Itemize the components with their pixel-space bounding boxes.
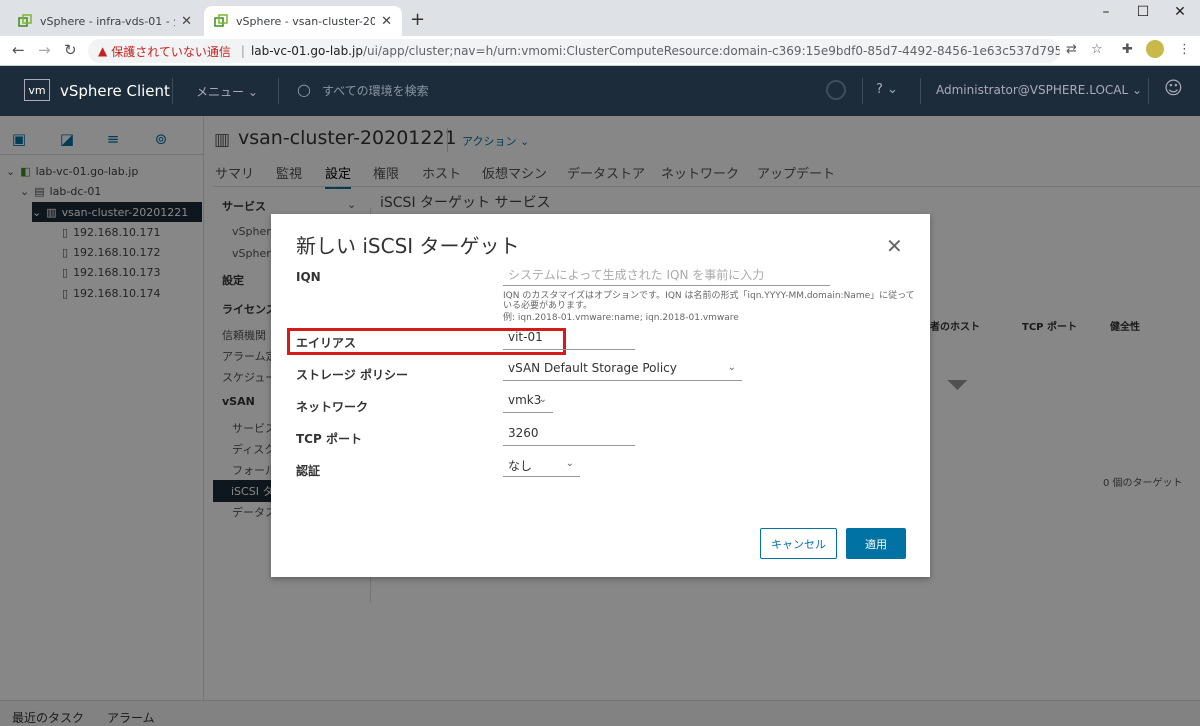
storage-policy-value: vSAN Default Storage Policy — [508, 361, 677, 375]
vsphere-header: vm vSphere Client メニュー ⌄ ○ すべての環境を検索 ? ⌄… — [0, 66, 1200, 116]
profile-avatar[interactable] — [1146, 40, 1164, 58]
new-iscsi-target-dialog: 新しい iSCSI ターゲット ✕ IQN システムによって生成された IQN … — [271, 214, 930, 577]
divider — [278, 78, 279, 104]
menu-button[interactable]: メニュー ⌄ — [196, 83, 258, 100]
auth-value: なし — [508, 459, 533, 473]
divider — [1148, 78, 1149, 104]
back-icon[interactable]: ← — [12, 41, 25, 59]
tcp-port-input[interactable]: 3260 — [503, 426, 635, 446]
feedback-smiley-icon[interactable]: ☺ — [1164, 78, 1183, 99]
browser-tab[interactable]: vSphere - infra-vds-01 - 分散ポー ✕ — [8, 6, 202, 36]
tab-title: vSphere - vsan-cluster-2020122 — [236, 14, 376, 28]
divider — [172, 78, 173, 104]
app-title[interactable]: vSphere Client — [60, 82, 170, 100]
extensions-icon[interactable]: ✚ — [1122, 42, 1133, 57]
browser-tab-bar: vSphere - infra-vds-01 - 分散ポー ✕ vSphere … — [0, 0, 1200, 36]
vmware-logo: vm — [24, 79, 50, 101]
divider — [862, 78, 863, 104]
tab-title: vSphere - infra-vds-01 - 分散ポー — [40, 15, 175, 28]
chevron-down-icon: ⌄ — [565, 458, 574, 469]
address-bar: ← → ↻ ▲ 保護されていない通信 | lab-vc-01.go-lab.jp… — [0, 36, 1200, 66]
network-label: ネットワーク — [296, 400, 369, 414]
apply-button[interactable]: 適用 — [846, 528, 906, 559]
browser-menu-icon[interactable]: ⋮ — [1178, 42, 1191, 57]
url-separator: | — [240, 44, 245, 58]
chevron-down-icon: ⌄ — [538, 394, 547, 405]
iqn-input[interactable]: システムによって生成された IQN を事前に入力 — [503, 266, 830, 286]
minimize-icon[interactable]: – — [1096, 4, 1116, 20]
search-icon: ○ — [297, 80, 311, 99]
warning-icon: ▲ — [98, 44, 108, 58]
maximize-icon[interactable]: ☐ — [1133, 4, 1153, 20]
global-search-input[interactable]: すべての環境を検索 — [322, 82, 429, 99]
loading-spinner-icon — [826, 80, 846, 100]
cancel-button[interactable]: キャンセル — [760, 528, 837, 559]
url-path: /ui/app/cluster;nav=h/urn:vmomi:ClusterC… — [362, 44, 1060, 58]
chevron-down-icon: ⌄ — [727, 362, 736, 373]
iqn-hint: IQN のカスタマイズはオプションです。IQN は名前の形式「iqn.YYYY-… — [503, 291, 915, 311]
storage-policy-label: ストレージ ポリシー — [296, 368, 408, 382]
network-value: vmk3 — [508, 393, 542, 407]
alias-input[interactable]: vit-01 — [503, 330, 635, 350]
close-icon[interactable]: ✕ — [886, 234, 903, 258]
tcp-port-label: TCP ポート — [296, 432, 362, 446]
dialog-title: 新しい iSCSI ターゲット — [296, 234, 520, 258]
storage-policy-select[interactable]: vSAN Default Storage Policy ⌄ — [503, 361, 742, 381]
divider — [920, 78, 921, 104]
vsphere-favicon-icon — [214, 14, 228, 27]
new-tab-button[interactable]: + — [410, 9, 425, 30]
network-select[interactable]: vmk3 ⌄ — [503, 393, 553, 413]
help-button[interactable]: ? ⌄ — [876, 82, 898, 97]
bookmark-star-icon[interactable]: ☆ — [1091, 42, 1103, 57]
url-field[interactable]: ▲ 保護されていない通信 | lab-vc-01.go-lab.jp /ui/a… — [88, 39, 1060, 63]
browser-tab-active[interactable]: vSphere - vsan-cluster-2020122 ✕ — [204, 6, 402, 36]
auth-select[interactable]: なし ⌄ — [503, 457, 580, 477]
vsphere-favicon-icon — [18, 14, 32, 27]
iqn-label: IQN — [296, 270, 321, 284]
url-host: lab-vc-01.go-lab.jp — [250, 44, 363, 58]
reload-icon[interactable]: ↻ — [64, 41, 77, 59]
close-tab-icon[interactable]: ✕ — [381, 14, 392, 29]
iqn-example: 例: iqn.2018-01.vmware:name; iqn.2018-01.… — [503, 313, 739, 323]
security-warning: 保護されていない通信 — [111, 44, 231, 59]
close-tab-icon[interactable]: ✕ — [181, 14, 192, 29]
alias-label: エイリアス — [296, 336, 357, 350]
auth-label: 認証 — [296, 464, 321, 478]
close-window-icon[interactable]: ✕ — [1170, 4, 1190, 20]
translate-icon[interactable]: ⇄ — [1066, 42, 1077, 57]
user-menu[interactable]: Administrator@VSPHERE.LOCAL ⌄ — [936, 83, 1142, 97]
forward-icon[interactable]: → — [38, 41, 51, 59]
